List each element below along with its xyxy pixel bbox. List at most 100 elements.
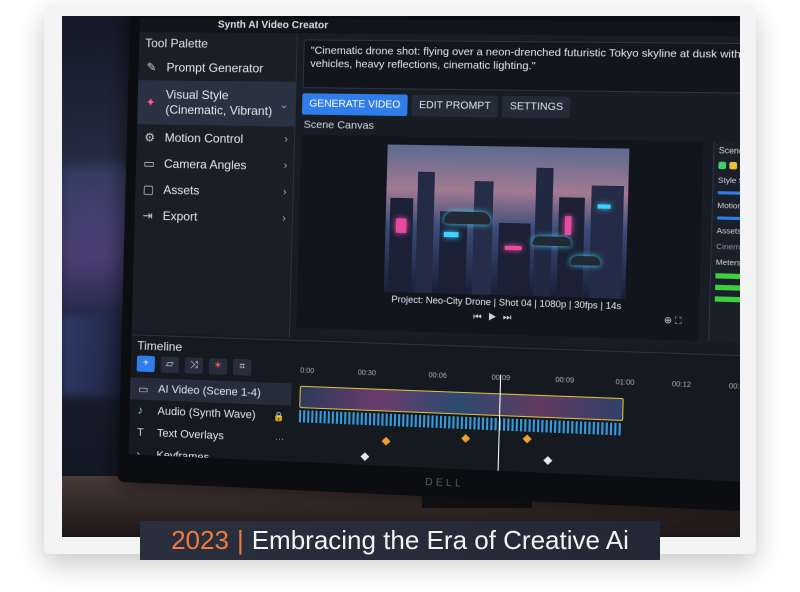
canvas-view-controls: ⊕ ⛶	[664, 315, 682, 327]
level-meter	[715, 284, 740, 292]
building	[415, 171, 435, 294]
add-clip-button[interactable]: +	[136, 355, 155, 373]
lock-icon[interactable]: 🔒	[273, 411, 285, 423]
edit-prompt-button[interactable]: EDIT PROMPT	[411, 94, 499, 118]
tool-label: Export	[162, 208, 198, 224]
tool-label: Camera Angles	[163, 156, 247, 172]
style-strength-label: Style Strength	[717, 175, 740, 186]
settings-button[interactable]: SETTINGS	[502, 95, 571, 119]
track-label: Keyframes	[156, 449, 210, 464]
chevron-right-icon: ›	[283, 159, 288, 173]
skip-back-icon[interactable]: ⏮	[473, 311, 488, 322]
sparkle-icon: ✦	[145, 95, 156, 110]
assets-notes-label: Assets Notes	[716, 225, 740, 237]
ruler-tick: 00:30	[357, 369, 377, 378]
prompt-input[interactable]: "Cinematic drone shot: flying over a neo…	[302, 39, 740, 95]
playback-controls: ⏮▶⏭	[473, 311, 518, 324]
neon-sign	[504, 245, 522, 251]
keyframe-marker[interactable]	[360, 452, 370, 461]
tool-export[interactable]: ⇥ Export ›	[134, 202, 292, 232]
neon-sign	[597, 204, 611, 209]
keyframe-marker[interactable]	[522, 434, 532, 444]
main-panel: "Cinematic drone shot: flying over a neo…	[289, 33, 740, 355]
tool-label: Visual Style (Cinematic, Vibrant)	[165, 87, 273, 119]
tool-assets[interactable]: ▢ Assets ›	[135, 176, 293, 206]
chevron-right-icon: ›	[136, 448, 141, 461]
neon-sign	[443, 231, 459, 238]
track-label: Audio (Synth Wave)	[157, 405, 256, 422]
building	[387, 197, 414, 293]
tool-label: Motion Control	[164, 130, 244, 146]
keyframe-marker[interactable]	[461, 434, 471, 443]
tool-visual-style[interactable]: ✦ Visual Style (Cinematic, Vibrant) ⌄	[137, 80, 296, 127]
banner-year: 2023	[171, 525, 229, 555]
tool-camera-angles[interactable]: ▭ Camera Angles ›	[136, 150, 294, 179]
fullscreen-icon[interactable]: ⛶	[675, 315, 682, 326]
chevron-down-icon: ⌄	[279, 98, 289, 111]
track-label: Text Overlays	[156, 427, 225, 443]
motion-slider[interactable]	[716, 216, 740, 222]
tool-label: Assets	[163, 182, 200, 198]
scene-canvas: Project: Neo-City Drone | Shot 04 | 1080…	[296, 134, 704, 342]
meters-label: Meters	[715, 257, 740, 268]
timeline-toolbar: + ▱ ⤨ ✶ ⌗	[136, 355, 252, 376]
ruler-tick: 00:45	[728, 383, 740, 392]
app-window: Synth AI Video Creator Tool Palette ✎ Pr…	[128, 18, 740, 484]
shuffle-tool-button[interactable]: ⤨	[184, 357, 204, 374]
building	[471, 181, 494, 295]
more-icon[interactable]: ···	[275, 433, 284, 444]
ruler-tick: 00:12	[671, 381, 692, 390]
track-label: AI Video (Scene 1-4)	[157, 383, 261, 400]
ai-effect-button[interactable]: ✶	[208, 358, 228, 375]
chevron-right-icon: ›	[281, 212, 286, 225]
export-icon: ⇥	[142, 208, 153, 223]
ruler-tick: 0:00	[300, 367, 315, 376]
play-icon[interactable]: ▶	[488, 311, 503, 322]
building	[533, 167, 554, 297]
style-strength-slider[interactable]	[717, 191, 740, 196]
banner-separator: |	[236, 525, 244, 555]
scene-controls-panel: Scene Controls Style Strength Motion Ass…	[708, 141, 740, 344]
folder-icon: ▢	[142, 182, 155, 197]
edit-icon: ✎	[146, 60, 157, 75]
building	[588, 185, 625, 299]
flying-vehicle	[532, 236, 572, 247]
shape-tool-button[interactable]: ▱	[160, 356, 179, 374]
zoom-icon[interactable]: ⊕	[664, 315, 673, 326]
ruler-tick: 01:00	[615, 378, 635, 387]
tool-palette: Tool Palette ✎ Prompt Generator ✦ Visual…	[131, 32, 298, 338]
level-meter	[715, 273, 740, 281]
music-icon: ♪	[137, 404, 144, 417]
generate-video-button[interactable]: GENERATE VIDEO	[301, 93, 408, 117]
crop-tool-button[interactable]: ⌗	[232, 358, 252, 376]
style-swatches	[718, 161, 740, 171]
keyframe-marker[interactable]	[543, 456, 553, 465]
more-icon[interactable]: ···	[274, 456, 283, 467]
ruler-tick: 00:09	[555, 376, 575, 385]
banner-text: Embracing the Era of Creative Ai	[251, 525, 629, 555]
camera-icon: ▭	[143, 156, 155, 171]
style-swatch[interactable]	[729, 161, 738, 170]
flying-vehicle	[444, 211, 491, 225]
monitor: Synth AI Video Creator Tool Palette ✎ Pr…	[117, 16, 740, 514]
neon-sign	[564, 216, 572, 235]
scene-controls-title: Scene Controls	[718, 145, 740, 157]
video-icon: ▭	[138, 383, 149, 396]
tool-motion-control[interactable]: ⚙ Motion Control ›	[136, 124, 294, 153]
action-tabs: GENERATE VIDEO EDIT PROMPT SETTINGS	[301, 93, 740, 121]
motion-label: Motion	[717, 200, 740, 211]
studio-photo: Synth AI Video Creator Tool Palette ✎ Pr…	[62, 16, 740, 537]
neon-sign	[395, 218, 407, 233]
tool-prompt-generator[interactable]: ✎ Prompt Generator	[138, 54, 296, 82]
prompt-text: "Cinematic drone shot: flying over a neo…	[310, 44, 740, 73]
skip-forward-icon[interactable]: ⏭	[503, 312, 518, 323]
level-meter	[714, 296, 740, 304]
motion-icon: ⚙	[144, 130, 156, 145]
track-list: ▭ AI Video (Scene 1-4) ♪ Audio (Synth Wa…	[129, 377, 292, 472]
keyframe-marker[interactable]	[381, 436, 391, 446]
tool-label: Prompt Generator	[166, 59, 264, 76]
style-swatch[interactable]	[718, 161, 727, 170]
timeline-panel: Timeline + ▱ ⤨ ✶ ⌗ 0:00 00:30 00:06 00:0…	[128, 334, 740, 484]
ruler-tick: 00:06	[428, 372, 447, 381]
scene-preview-image[interactable]	[383, 144, 630, 299]
